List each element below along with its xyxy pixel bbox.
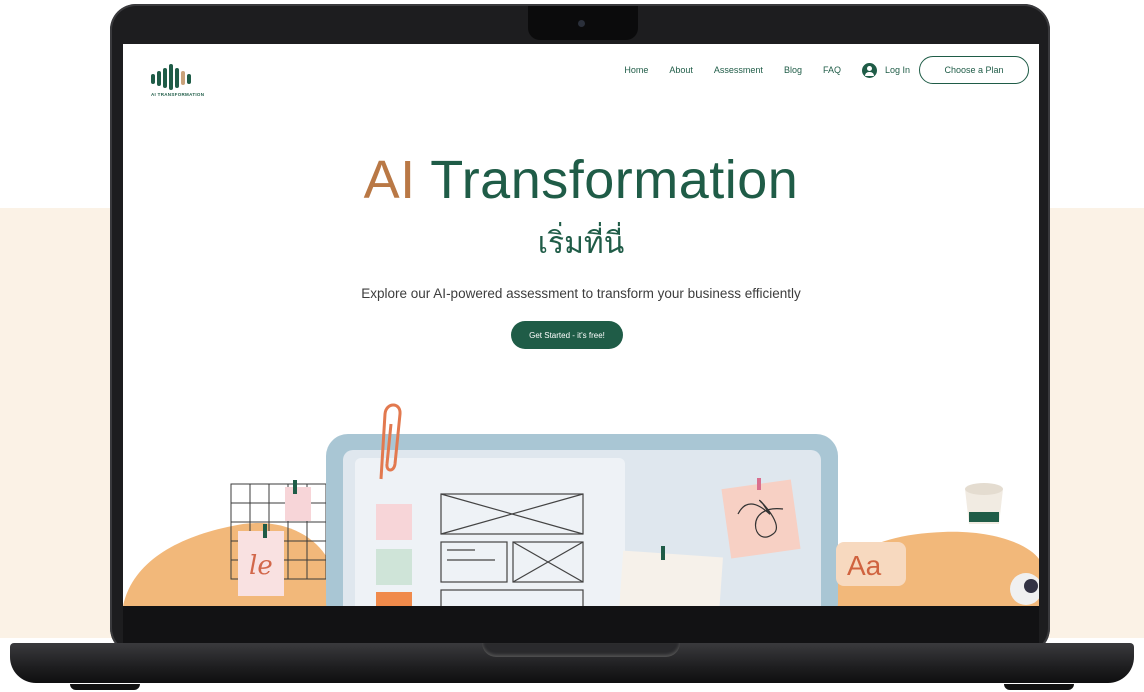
get-started-button[interactable]: Get Started - it's free! [511, 321, 623, 349]
nav-home[interactable]: Home [624, 65, 648, 75]
cup-rim [965, 483, 1003, 495]
font-sticker-text: Aa [847, 550, 882, 581]
hero-title-rest: Transformation [430, 150, 799, 210]
scribble-note [721, 479, 801, 559]
laptop-foot [1004, 684, 1074, 690]
hero-title: AI Transformation [123, 150, 1039, 210]
pushpin-icon [661, 546, 665, 560]
swatch-pink [376, 504, 412, 540]
hero-subtitle: เริ่มที่นี่ [537, 226, 625, 261]
pushpin-icon [757, 478, 761, 490]
swatch-orange [376, 592, 412, 606]
laptop-hinge [482, 643, 680, 657]
hero-illustration: le Aa [123, 403, 1039, 606]
nav-faq[interactable]: FAQ [823, 65, 841, 75]
site-logo[interactable]: AI TRANSFORMATION [145, 60, 225, 102]
pink-note [285, 487, 311, 521]
login-label: Log In [884, 65, 910, 75]
camera-icon [578, 20, 585, 27]
hero-description: Explore our AI-powered assessment to tra… [361, 286, 801, 301]
logo-text: AI TRANSFORMATION [151, 92, 205, 97]
nav-assessment[interactable]: Assessment [714, 65, 763, 75]
laptop-screen: AI TRANSFORMATION Home About Assessment … [123, 44, 1039, 606]
login-link[interactable]: Log In [861, 62, 910, 78]
laptop-chin [123, 606, 1039, 644]
letter-card-text: le [249, 551, 273, 581]
pushpin-icon [263, 524, 267, 538]
main-nav: Home About Assessment Blog FAQ Log In Ch… [624, 56, 1029, 84]
eyeball-pupil [1024, 579, 1038, 593]
paper-sheet [619, 550, 723, 606]
user-circle-icon [861, 62, 877, 78]
nav-about[interactable]: About [669, 65, 693, 75]
nav-blog[interactable]: Blog [784, 65, 802, 75]
hero-title-accent: AI [363, 150, 416, 210]
swatch-green [376, 549, 412, 585]
choose-plan-button[interactable]: Choose a Plan [919, 56, 1029, 84]
orange-blob-left [123, 523, 328, 606]
cup-band [969, 512, 999, 522]
logo-bars-icon [151, 64, 191, 90]
pushpin-icon [293, 480, 297, 494]
laptop-foot [70, 684, 140, 690]
